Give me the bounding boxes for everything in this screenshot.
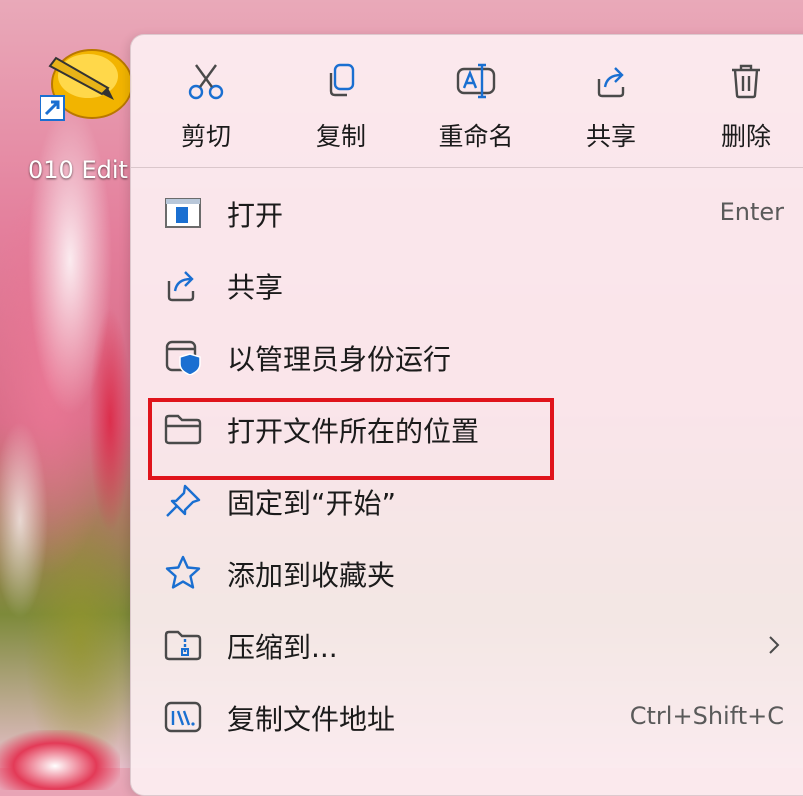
wallpaper-petal <box>0 730 120 790</box>
cut-button[interactable]: 剪切 <box>151 35 261 167</box>
menu-item-label: 以管理员身份运行 <box>227 343 452 376</box>
menu-item-label: 添加到收藏夹 <box>227 559 396 592</box>
share-label: 共享 <box>585 122 636 151</box>
desktop-shortcut-010-editor[interactable]: 010 Edit <box>26 30 136 184</box>
quick-actions-bar: 剪切 复制 重命名 共享 删除 <box>131 35 803 168</box>
scissors-icon <box>188 64 224 100</box>
highlight-annotation-box <box>148 398 554 480</box>
chevron-right-icon <box>769 636 780 654</box>
rename-button[interactable]: 重命名 <box>421 35 531 167</box>
menu-item-share[interactable]: 共享 <box>131 253 803 317</box>
menu-item-open[interactable]: 打开 Enter <box>131 181 803 245</box>
shortcut-text: Enter <box>719 198 784 226</box>
rename-label: 重命名 <box>438 122 514 151</box>
menu-item-label: 固定到“开始” <box>227 487 397 520</box>
shortcut-text: Ctrl+Shift+C <box>629 702 784 730</box>
menu-item-label: 共享 <box>227 271 284 304</box>
menu-item-label: 压缩到... <box>227 631 338 664</box>
copy-icon <box>329 63 355 97</box>
zip-folder-icon <box>164 630 202 661</box>
menu-item-compress-to[interactable]: 压缩到... <box>131 613 803 677</box>
menu-item-label: 复制文件地址 <box>227 703 396 736</box>
copy-button[interactable]: 复制 <box>286 35 396 167</box>
app-window-icon <box>165 198 201 228</box>
menu-item-add-to-favorites[interactable]: 添加到收藏夹 <box>131 541 803 605</box>
rename-icon <box>456 63 496 99</box>
share-icon <box>597 67 625 98</box>
delete-button[interactable]: 删除 <box>691 35 801 167</box>
share-icon <box>167 271 195 302</box>
star-icon <box>165 555 201 589</box>
menu-item-run-as-admin[interactable]: 以管理员身份运行 <box>131 325 803 389</box>
share-button[interactable]: 共享 <box>556 35 666 167</box>
admin-shield-icon <box>165 340 201 375</box>
010-editor-app-icon <box>40 49 132 121</box>
pin-icon <box>166 484 201 517</box>
copy-path-icon <box>164 701 202 733</box>
delete-label: 删除 <box>720 122 771 151</box>
desktop-icon-label: 010 Edit <box>28 156 128 184</box>
menu-item-copy-as-path[interactable]: 复制文件地址 Ctrl+Shift+C <box>131 685 803 749</box>
menu-item-label: 打开 <box>227 199 284 232</box>
copy-label: 复制 <box>315 122 366 151</box>
trash-icon <box>732 64 760 99</box>
cut-label: 剪切 <box>180 122 231 151</box>
